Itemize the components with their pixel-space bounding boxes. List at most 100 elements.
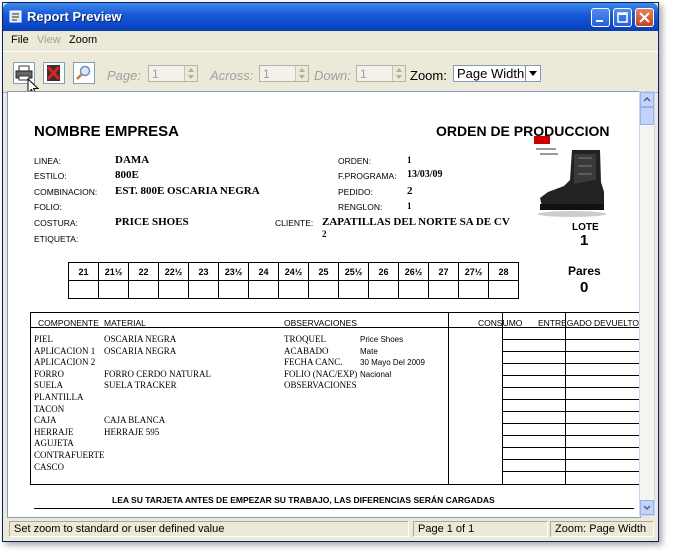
size-value-cell	[368, 280, 399, 299]
zoom-label: Zoom:	[410, 68, 447, 83]
window-title: Report Preview	[27, 9, 122, 24]
row-line	[502, 447, 640, 448]
component-name: CAJA	[34, 415, 57, 426]
size-value-cell	[158, 280, 189, 299]
component-name: TACON	[34, 403, 65, 414]
report-preview-window: Report Preview File View Zoom Page: 1 Ac…	[2, 2, 659, 542]
cliente-label: CLIENTE:	[275, 218, 314, 228]
size-header-cell: 23½	[218, 262, 249, 281]
observation-label: FOLIO (NAC/EXP)	[284, 368, 358, 379]
menu-view[interactable]: View	[37, 34, 61, 46]
row-line	[502, 339, 640, 340]
row-line	[502, 411, 640, 412]
menu-bar: File View Zoom	[3, 31, 658, 49]
observation-value: Nacional	[360, 369, 392, 379]
minimize-button[interactable]	[591, 8, 610, 27]
spinner-arrows-icon[interactable]	[295, 66, 308, 81]
chevron-down-icon	[643, 505, 651, 511]
row-line	[502, 375, 640, 376]
preview-canvas[interactable]: NOMBRE EMPRESA ORDEN DE PRODUCCION LINEA…	[7, 91, 641, 518]
component-name: CONTRAFUERTE	[34, 450, 105, 460]
maximize-button[interactable]	[613, 8, 632, 27]
size-value-cell	[128, 280, 159, 299]
size-header-cell: 24½	[278, 262, 309, 281]
observaciones-header: OBSERVACIONES	[284, 318, 357, 328]
consumo-header: CONSUMO	[478, 318, 523, 328]
orden-value: 1	[407, 155, 412, 165]
boot-photo	[534, 136, 606, 217]
footer-warning: LEA SU TARJETA ANTES DE EMPEZAR SU TRABA…	[112, 495, 495, 505]
etiqueta-label: ETIQUETA:	[34, 234, 79, 244]
row-line	[502, 399, 640, 400]
size-header-cell: 25	[308, 262, 339, 281]
size-value-cell	[428, 280, 459, 299]
status-page: Page 1 of 1	[413, 521, 548, 537]
size-header-cell: 28	[488, 262, 519, 281]
estilo-label: ESTILO:	[34, 171, 67, 181]
size-header-cell: 24	[248, 262, 279, 281]
estilo-value: 800E	[115, 169, 139, 181]
status-hint: Set zoom to standard or user defined val…	[9, 521, 409, 537]
size-value-cell	[458, 280, 489, 299]
row-line	[502, 351, 640, 352]
lote-value: 1	[580, 232, 589, 249]
scroll-up-button[interactable]	[640, 92, 654, 107]
fprograma-label: F.PROGRAMA:	[338, 171, 397, 181]
observation-label: TROQUEL	[284, 334, 326, 344]
size-value-cell	[308, 280, 339, 299]
costura-value: PRICE SHOES	[115, 216, 189, 228]
across-label: Across:	[210, 68, 254, 83]
observation-label: ACABADO	[284, 345, 329, 356]
cliente-number: 2	[322, 229, 327, 239]
page-spinner[interactable]: 1	[148, 65, 198, 82]
down-spinner[interactable]: 1	[356, 65, 406, 82]
spinner-arrows-icon[interactable]	[184, 66, 197, 81]
chevron-down-icon[interactable]	[525, 66, 540, 81]
row-line	[502, 387, 640, 388]
sizes-table: 21 21½ 22 22½ 23 23½ 24 24½ 25 25½ 26 26½ 27 27½ 28	[68, 262, 519, 299]
size-value-cell	[98, 280, 129, 299]
size-value-cell	[398, 280, 429, 299]
size-header-cell: 27½	[458, 262, 489, 281]
scroll-down-button[interactable]	[640, 500, 654, 515]
chevron-up-icon	[643, 96, 651, 102]
renglon-value: 1	[407, 201, 412, 211]
close-button[interactable]	[635, 8, 654, 27]
table-divider	[448, 312, 449, 485]
spinner-arrows-icon[interactable]	[392, 66, 405, 81]
size-header-cell: 26½	[398, 262, 429, 281]
menu-file[interactable]: File	[11, 34, 29, 46]
component-name: PLANTILLA	[34, 392, 84, 402]
combinacion-label: COMBINACION:	[34, 187, 98, 197]
close-icon	[639, 12, 650, 23]
footer-line	[34, 508, 634, 509]
status-zoom: Zoom: Page Width	[550, 521, 654, 537]
size-header-cell: 25½	[338, 262, 369, 281]
material-value: HERRAJE 595	[104, 426, 160, 437]
material-value: OSCARIA NEGRA	[104, 345, 177, 356]
app-icon	[9, 10, 22, 23]
observation-label: FECHA CANC.	[284, 357, 343, 368]
size-value-cell	[188, 280, 219, 299]
close-preview-button[interactable]	[43, 62, 65, 84]
menu-zoom[interactable]: Zoom	[69, 34, 97, 46]
toolbar: Page: 1 Across: 1 Down: 1 Zoom: Page Wid…	[3, 51, 658, 97]
size-value-cell	[278, 280, 309, 299]
scroll-thumb[interactable]	[640, 107, 654, 125]
pedido-label: PEDIDO:	[338, 187, 373, 197]
linea-value: DAMA	[115, 154, 150, 166]
size-header-cell: 26	[368, 262, 399, 281]
component-name: SUELA	[34, 380, 63, 391]
page-label: Page:	[107, 68, 141, 83]
observation-value: 30 Mayo Del 2009	[360, 358, 425, 368]
row-line	[502, 435, 640, 436]
component-name: HERRAJE	[34, 426, 74, 437]
material-header: MATERIAL	[104, 318, 146, 328]
zoom-button[interactable]	[73, 62, 95, 84]
across-spinner[interactable]: 1	[259, 65, 309, 82]
cliente-value: ZAPATILLAS DEL NORTE SA DE CV	[322, 216, 510, 228]
size-value-cell	[488, 280, 519, 299]
magnifier-icon	[76, 65, 91, 80]
zoom-select[interactable]: Page Width	[453, 65, 541, 82]
vertical-scrollbar[interactable]	[639, 91, 655, 516]
